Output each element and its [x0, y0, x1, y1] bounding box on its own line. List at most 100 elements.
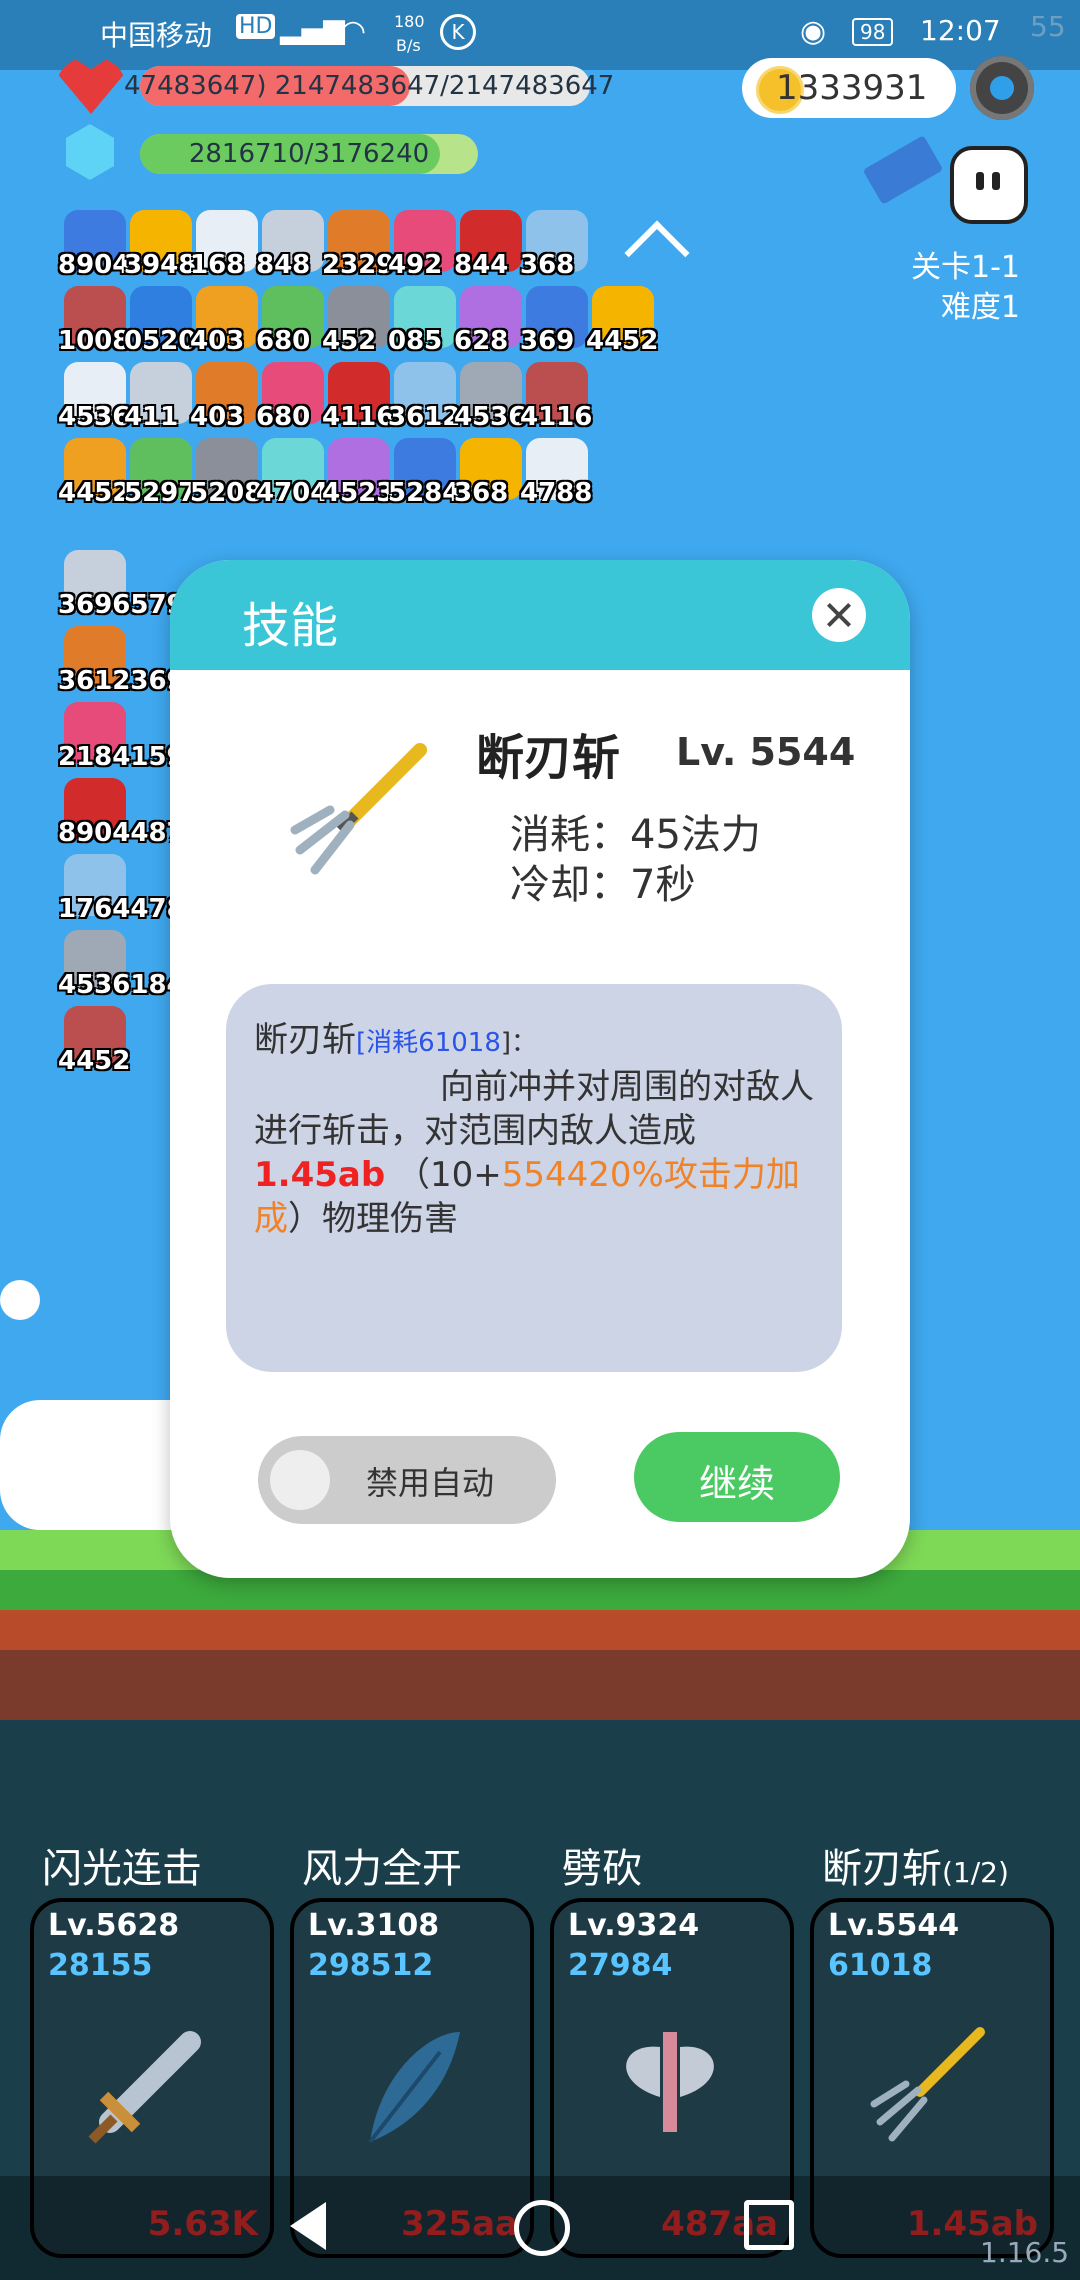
- skill-title: 劈砍: [562, 1846, 642, 1892]
- dirt-layer: [0, 1610, 1080, 1650]
- hp-text: 47483647) 2147483647/2147483647: [124, 71, 615, 101]
- item-count: 628: [454, 326, 509, 356]
- skill-title: 闪光连击: [42, 1846, 202, 1892]
- desc-bracket-close: ]：: [500, 1028, 538, 1058]
- toggle-knob[interactable]: [270, 1450, 330, 1510]
- skill-card-level: Lv.5628: [48, 1908, 180, 1943]
- corner-counter: 55: [1030, 10, 1066, 43]
- item-count: 4452: [58, 478, 131, 508]
- skill-cooldown: 冷却：7秒: [510, 862, 696, 908]
- clock: 12:07: [920, 14, 1001, 47]
- desc-damage: 1.45ab: [254, 1155, 386, 1195]
- gold-value: 1333931: [776, 68, 928, 108]
- desc-bracket: [: [356, 1028, 367, 1058]
- desc-skill-name: 断刃斩: [254, 1020, 356, 1060]
- stage-difficulty: 难度1: [940, 290, 1020, 325]
- item-count: 4536: [58, 402, 131, 432]
- item-count: 3696579: [58, 590, 185, 620]
- item-count: 5297: [124, 478, 197, 508]
- skill-card-cost: 28155: [48, 1948, 153, 1983]
- item-count: 1764478: [58, 894, 185, 924]
- item-count: 8904: [58, 250, 131, 280]
- skill-description: 断刃斩[消耗61018]： 向前冲并对周围的对敌人进行斩击，对范围内敌人造成 1…: [254, 1018, 814, 1241]
- skill-title: 断刃斩(1/2): [822, 1846, 1009, 1892]
- dirt-layer-dark: [0, 1650, 1080, 1720]
- item-count: 5284: [388, 478, 461, 508]
- item-count: 411: [124, 402, 179, 432]
- skill-name: 断刃斩: [476, 730, 621, 786]
- item-count: 4452: [58, 1046, 131, 1076]
- item-count: 4536: [454, 402, 527, 432]
- skill-card-cost: 27984: [568, 1948, 673, 1983]
- item-count: 1008: [58, 326, 131, 356]
- item-count: 4116: [322, 402, 395, 432]
- item-count: 848: [256, 250, 311, 280]
- recents-icon[interactable]: [744, 2200, 794, 2250]
- carrier-label: 中国移动: [100, 19, 213, 52]
- item-count: 368: [520, 250, 575, 280]
- feather-icon: [368, 2032, 460, 2144]
- item-count: 8904487: [58, 818, 185, 848]
- item-count: 5208: [190, 478, 263, 508]
- home-icon[interactable]: [514, 2200, 570, 2256]
- close-button[interactable]: [812, 588, 866, 642]
- item-count: 085: [388, 326, 443, 356]
- sword-icon: [88, 2031, 201, 2144]
- item-count: 403: [190, 402, 245, 432]
- trident-icon: [870, 2027, 985, 2142]
- net-speed-unit: B/s: [396, 36, 421, 55]
- item-count: 4788: [520, 478, 593, 508]
- item-count: 3612: [388, 402, 461, 432]
- mp-text: 2816710/3176240: [188, 139, 430, 169]
- item-count: 4704: [256, 478, 329, 508]
- desc-text-2: （10+: [395, 1155, 502, 1195]
- eye-icon: ◉: [800, 14, 827, 49]
- cloud: [0, 1280, 40, 1320]
- battery-icon: 98: [852, 18, 894, 46]
- continue-label: 继续: [698, 1462, 775, 1506]
- navigation-bar: [0, 2176, 1080, 2280]
- skill-level: Lv. 5544: [676, 730, 856, 774]
- item-count: 2329: [322, 250, 395, 280]
- item-count: 4536184: [58, 970, 185, 1000]
- item-count: 680: [256, 326, 311, 356]
- signal-icon: ▂▄▆: [280, 12, 345, 45]
- item-count: 2184159: [58, 742, 185, 772]
- settings-gear-icon[interactable]: [970, 56, 1034, 120]
- toggle-label: 禁用自动: [366, 1464, 495, 1502]
- skill-title-suffix: (1/2): [942, 1856, 1009, 1889]
- item-count: 0520: [124, 326, 197, 356]
- item-count: 492: [388, 250, 443, 280]
- net-speed-value: 180: [394, 12, 425, 31]
- desc-text-1: 向前冲并对周围的对敌人进行斩击，对范围内敌人造成: [254, 1067, 814, 1151]
- stage-info: 关卡1-1 难度1: [820, 248, 1020, 328]
- trident-icon: [290, 743, 427, 875]
- back-icon[interactable]: [290, 2202, 326, 2250]
- item-count: 680: [256, 402, 311, 432]
- item-count: 844: [454, 250, 509, 280]
- item-count: 3612369: [58, 666, 185, 696]
- dialog-title: 技能: [242, 598, 339, 654]
- hd-icon: HD: [236, 14, 276, 39]
- item-count: 369: [520, 326, 575, 356]
- desc-cost: 消耗61018: [366, 1028, 501, 1058]
- item-count: 403: [190, 326, 245, 356]
- version-label: 1.16.5: [980, 2236, 1070, 2269]
- wifi-icon: ◠: [340, 14, 367, 49]
- skill-dialog: 技能 断刃斩 Lv. 5544 消耗：45法力 冷却：7秒 断刃斩[消耗6101…: [170, 560, 910, 1578]
- item-count: 4523: [322, 478, 395, 508]
- skill-card-cost: 298512: [308, 1948, 434, 1983]
- item-count: 4452: [586, 326, 659, 356]
- item-count: 3948: [124, 250, 197, 280]
- skill-card-level: Lv.9324: [568, 1908, 700, 1943]
- ghost-icon[interactable]: [950, 146, 1028, 224]
- desc-text-3: ）物理伤害: [288, 1199, 458, 1239]
- item-count: 452: [322, 326, 377, 356]
- item-count: 4116: [520, 402, 593, 432]
- skill-card-level: Lv.5544: [828, 1908, 960, 1943]
- skill-title: 风力全开: [302, 1846, 462, 1892]
- stage-level: 关卡1-1: [911, 250, 1020, 285]
- axe-icon: [626, 2032, 714, 2132]
- skill-card-cost: 61018: [828, 1948, 933, 1983]
- skill-card-level: Lv.3108: [308, 1908, 440, 1943]
